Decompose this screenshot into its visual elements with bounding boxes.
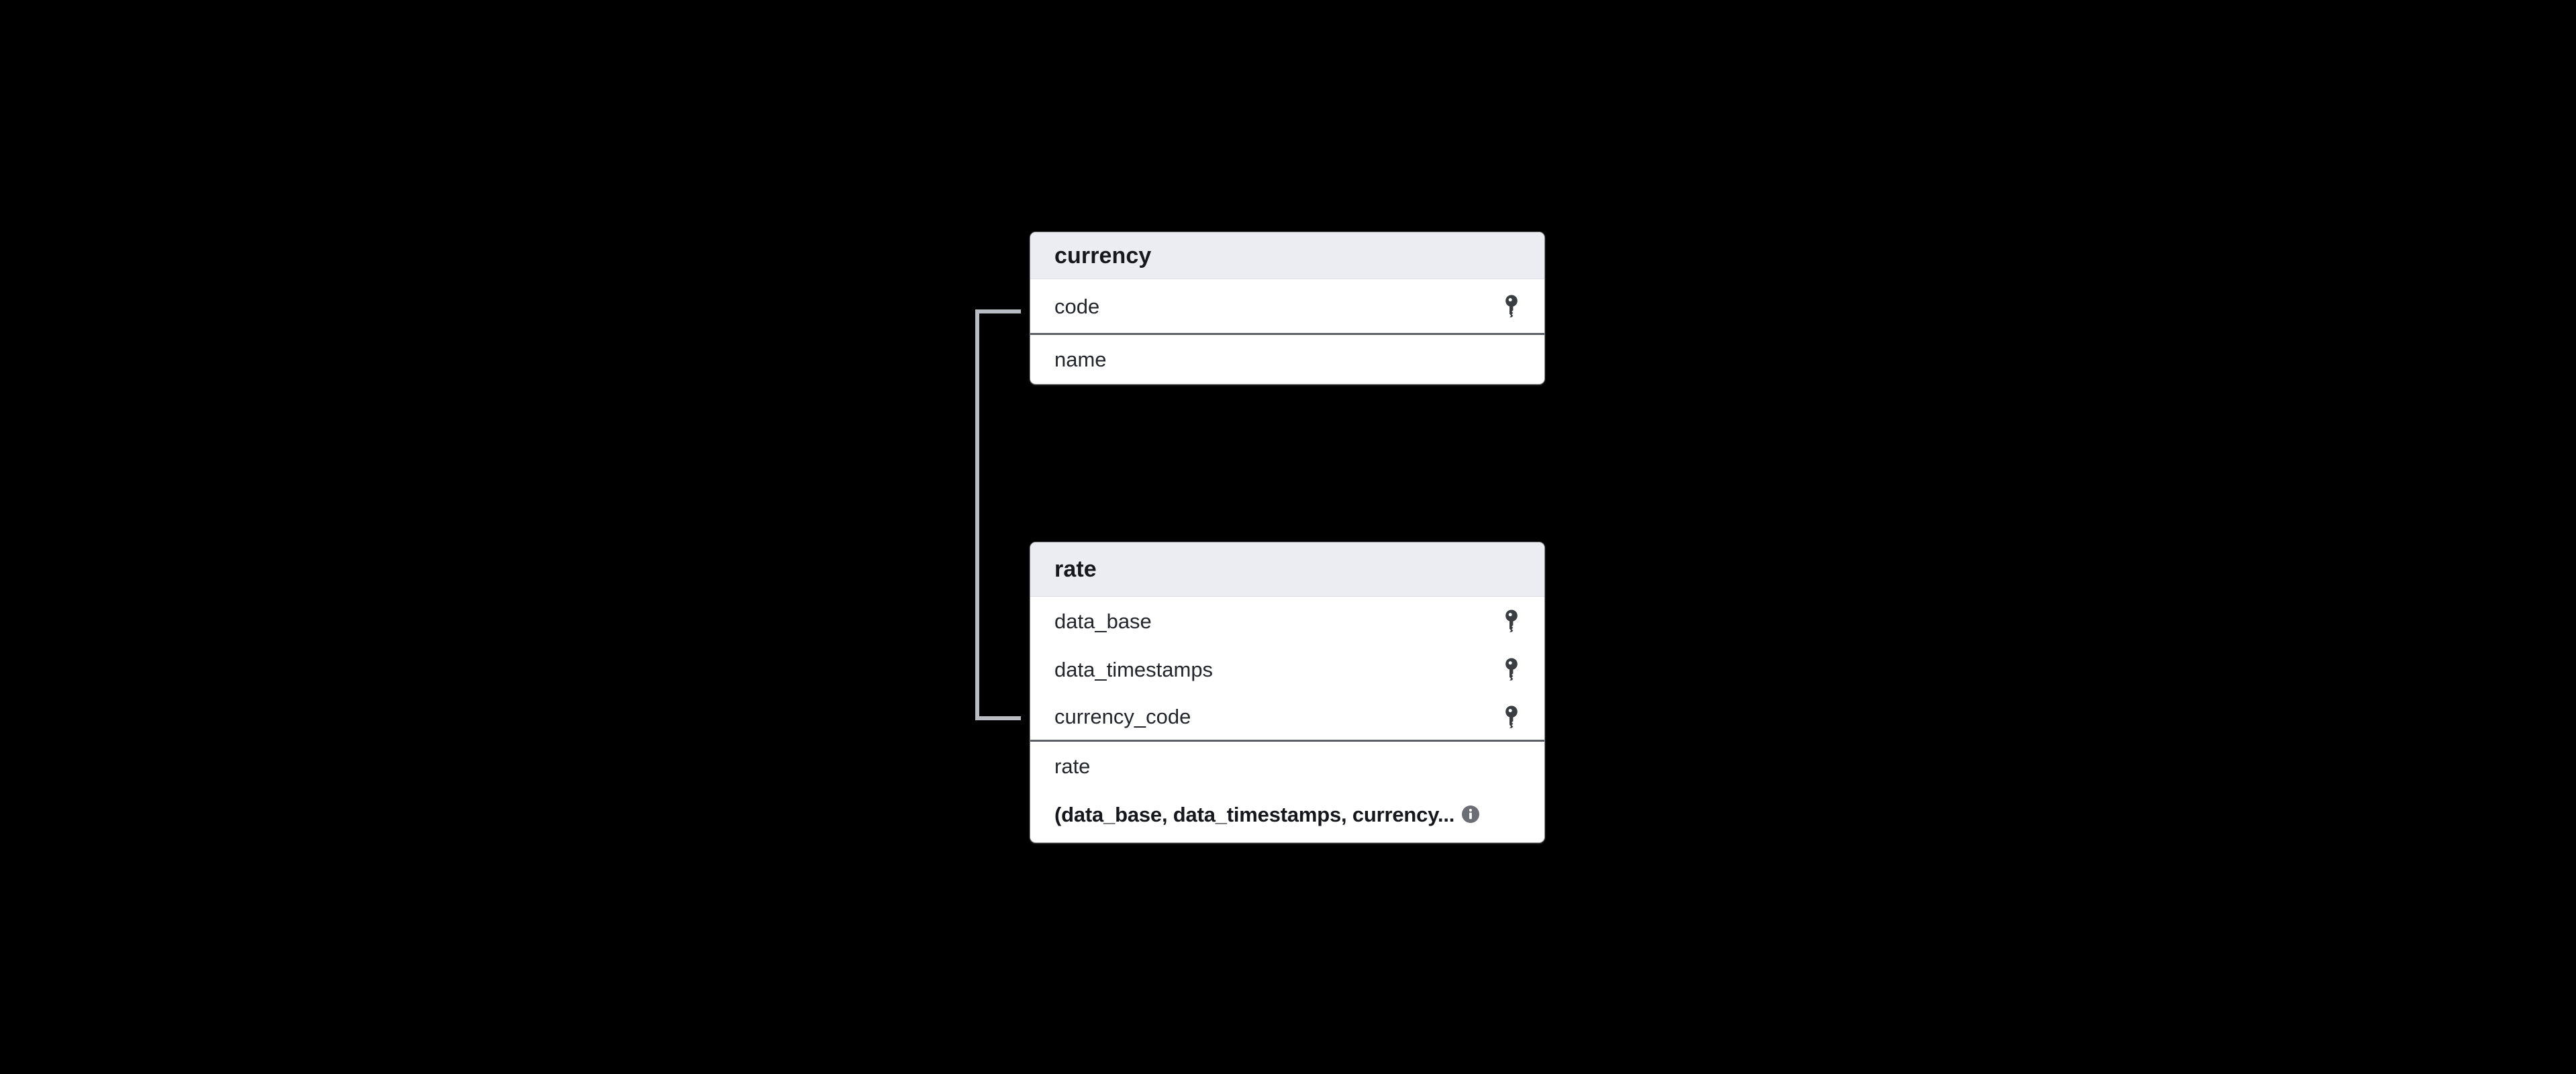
field-row-name[interactable]: name bbox=[1030, 335, 1544, 383]
field-icons-code bbox=[1503, 295, 1520, 318]
key-icon bbox=[1505, 705, 1518, 728]
info-icon[interactable] bbox=[1461, 805, 1480, 824]
field-label-code: code bbox=[1054, 294, 1100, 318]
entity-table-rate[interactable]: rate data_base data_timestamps currency_… bbox=[1030, 542, 1544, 842]
relationship-connector-currency-code-to-rate-currency-code[interactable] bbox=[975, 309, 1021, 720]
entity-field-list-rate: data_base data_timestamps currency_code … bbox=[1030, 597, 1544, 838]
key-icon bbox=[1505, 658, 1518, 681]
entity-field-list-currency: code name bbox=[1030, 279, 1544, 383]
entity-table-currency[interactable]: currency code name bbox=[1030, 232, 1544, 384]
key-icon bbox=[1505, 295, 1518, 318]
entity-header-rate[interactable]: rate bbox=[1030, 542, 1544, 597]
field-label-rate: rate bbox=[1054, 754, 1091, 778]
field-label-currency-code: currency_code bbox=[1054, 705, 1191, 728]
field-label-data-base: data_base bbox=[1054, 609, 1152, 633]
field-row-rate[interactable]: rate bbox=[1030, 742, 1544, 790]
field-row-code[interactable]: code bbox=[1030, 279, 1544, 335]
entity-title-currency: currency bbox=[1054, 242, 1152, 268]
field-icons-data-timestamps bbox=[1503, 658, 1520, 681]
field-label-composite-key: (data_base, data_timestamps, currency... bbox=[1054, 802, 1455, 826]
field-row-data-base[interactable]: data_base bbox=[1030, 597, 1544, 645]
entity-title-rate: rate bbox=[1054, 556, 1097, 582]
diagram-canvas: currency code name rate data_base data_t… bbox=[0, 0, 2576, 1074]
entity-header-currency[interactable]: currency bbox=[1030, 232, 1544, 279]
field-icons-data-base bbox=[1503, 609, 1520, 632]
field-row-composite-key[interactable]: (data_base, data_timestamps, currency... bbox=[1030, 790, 1544, 838]
key-icon bbox=[1505, 609, 1518, 632]
relationship-layer bbox=[975, 309, 1021, 720]
field-row-currency-code[interactable]: currency_code bbox=[1030, 693, 1544, 742]
field-label-data-timestamps: data_timestamps bbox=[1054, 657, 1213, 681]
field-icons-currency-code bbox=[1503, 705, 1520, 728]
field-label-name: name bbox=[1054, 347, 1107, 371]
composite-key-wrap: (data_base, data_timestamps, currency... bbox=[1054, 804, 1480, 825]
field-row-data-timestamps[interactable]: data_timestamps bbox=[1030, 645, 1544, 693]
